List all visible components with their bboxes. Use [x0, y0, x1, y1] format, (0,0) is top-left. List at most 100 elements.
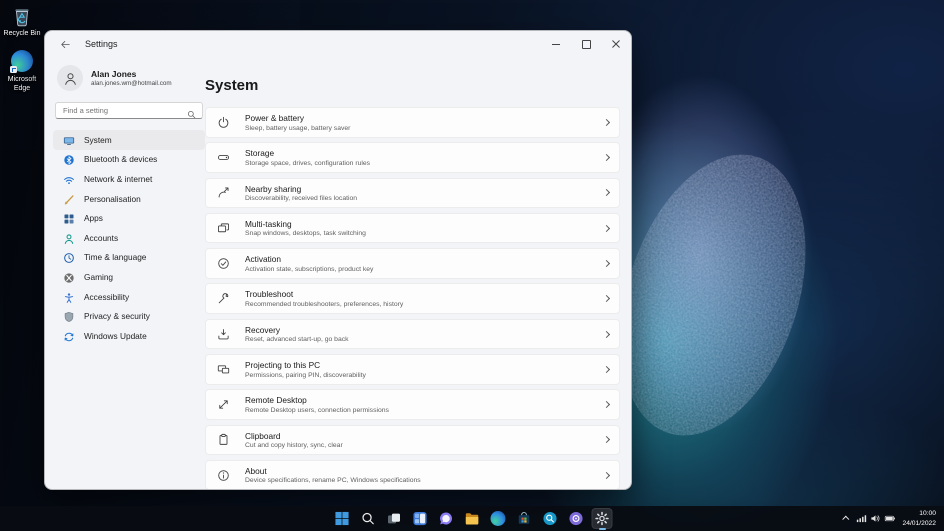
storage-icon: [217, 151, 230, 164]
clipboard-icon: [217, 433, 230, 446]
time-language-icon: [63, 251, 75, 264]
sidebar-item-accessibility[interactable]: Accessibility: [53, 287, 205, 307]
card-projecting[interactable]: Projecting to this PC Permissions, pairin…: [205, 354, 620, 385]
accessibility-icon: [63, 291, 75, 303]
file-explorer-icon[interactable]: [462, 508, 483, 529]
maximize-button[interactable]: [571, 31, 601, 57]
settings-sidebar: Alan Jones alan.jones.wm@hotmail.com Sys…: [53, 57, 205, 489]
edge-icon: [10, 50, 34, 74]
settings-main: System Power & battery Sleep, battery usa…: [205, 57, 620, 489]
chevron-right-icon: [602, 436, 611, 444]
user-email: alan.jones.wm@hotmail.com: [91, 80, 172, 87]
sidebar-item-personalisation[interactable]: Personalisation: [53, 189, 205, 209]
microsoft-edge-shortcut[interactable]: Microsoft Edge: [0, 50, 44, 94]
chat-icon[interactable]: [436, 508, 457, 529]
privacy-security-icon: [63, 310, 75, 323]
sidebar-item-time-language[interactable]: Time & language: [53, 248, 205, 268]
network-icon: [856, 515, 866, 523]
troubleshoot-icon: [217, 292, 230, 305]
remote-desktop-icon: [217, 398, 230, 411]
taskbar: 10:00 24/01/2022: [0, 506, 944, 531]
system-tray: 10:00 24/01/2022: [841, 506, 936, 531]
chevron-right-icon: [602, 365, 611, 373]
chevron-right-icon: [602, 189, 611, 197]
settings-window: Settings Alan Jones alan.jones.wm@hotmai…: [44, 30, 632, 490]
user-account-header: Alan Jones alan.jones.wm@hotmail.com: [57, 65, 205, 91]
sidebar-item-network-internet[interactable]: Network & internet: [53, 169, 205, 189]
desktop-icon-label: Microsoft Edge: [7, 76, 37, 92]
back-button[interactable]: [51, 33, 79, 55]
taskbar-search-icon[interactable]: [358, 508, 379, 529]
search-input[interactable]: [56, 106, 174, 115]
projecting-icon: [217, 363, 230, 376]
recycle-bin-shortcut[interactable]: Recycle Bin: [0, 4, 44, 39]
page-title: System: [205, 77, 259, 94]
card-power-battery[interactable]: Power & battery Sleep, battery usage, bat…: [205, 107, 620, 138]
avatar: [57, 65, 83, 91]
taskbar-clock[interactable]: 10:00 24/01/2022: [903, 509, 936, 527]
tray-overflow-chevron-icon[interactable]: [841, 515, 849, 523]
chevron-right-icon: [602, 471, 611, 479]
shortcut-arrow-badge: [10, 66, 17, 73]
close-button[interactable]: [601, 31, 631, 57]
edge-taskbar-icon[interactable]: [488, 508, 509, 529]
card-remote-desktop[interactable]: Remote Desktop Remote Desktop users, conn…: [205, 389, 620, 420]
card-nearby-sharing[interactable]: Nearby sharing Discoverability, received …: [205, 177, 620, 209]
accounts-icon: [63, 232, 75, 244]
network-volume-battery-cluster[interactable]: [856, 513, 896, 524]
minimize-button[interactable]: [541, 31, 571, 57]
media-app-icon[interactable]: [566, 508, 587, 529]
settings-card-list: Power & battery Sleep, battery usage, bat…: [205, 107, 620, 489]
microsoft-store-icon[interactable]: [514, 508, 535, 529]
sidebar-item-bluetooth-devices[interactable]: Bluetooth & devices: [53, 150, 205, 170]
widgets-icon[interactable]: [410, 508, 431, 529]
task-view-icon[interactable]: [384, 508, 405, 529]
recycle-bin-icon: [10, 4, 34, 28]
system-icon: [63, 134, 75, 146]
card-activation[interactable]: Activation Activation state, subscription…: [205, 248, 620, 279]
windows-update-icon: [63, 330, 75, 342]
chevron-right-icon: [602, 154, 611, 162]
window-title: Settings: [85, 39, 118, 49]
battery-icon: [884, 515, 895, 522]
bluetooth-icon: [63, 153, 75, 166]
power-icon: [217, 116, 230, 129]
sidebar-item-privacy-security[interactable]: Privacy & security: [53, 306, 205, 326]
sidebar-item-accounts[interactable]: Accounts: [53, 228, 205, 248]
chevron-right-icon: [602, 401, 611, 409]
sidebar-item-windows-update[interactable]: Windows Update: [53, 326, 205, 346]
tray-date: 24/01/2022: [902, 519, 936, 527]
card-troubleshoot[interactable]: Troubleshoot Recommended troubleshooters,…: [205, 283, 620, 314]
sidebar-nav: System Bluetooth & devices Network & int…: [53, 130, 205, 346]
card-about[interactable]: About Device specifications, rename PC, W…: [205, 459, 620, 489]
card-storage[interactable]: Storage Storage space, drives, configurat…: [205, 142, 620, 173]
gaming-icon: [63, 271, 75, 283]
nearby-sharing-icon: [217, 186, 230, 199]
desktop-icon-label: Recycle Bin: [3, 30, 41, 37]
volume-icon: [870, 515, 879, 522]
search-icon: [187, 106, 196, 124]
sidebar-item-gaming[interactable]: Gaming: [53, 267, 205, 287]
settings-taskbar-icon[interactable]: [591, 508, 613, 529]
chevron-right-icon: [602, 330, 611, 338]
sidebar-item-apps[interactable]: Apps: [53, 208, 205, 228]
chevron-right-icon: [602, 259, 611, 267]
chevron-right-icon: [602, 118, 611, 126]
recovery-icon: [217, 328, 230, 341]
start-button[interactable]: [332, 508, 353, 529]
card-recovery[interactable]: Recovery Reset, advanced start-up, go bac…: [205, 318, 620, 350]
user-name: Alan Jones: [91, 69, 137, 79]
multitasking-icon: [217, 222, 230, 235]
apps-icon: [63, 212, 75, 224]
network-icon: [63, 173, 75, 185]
activation-icon: [217, 257, 230, 270]
search-box: [55, 102, 203, 119]
search-app-icon[interactable]: [540, 508, 561, 529]
tray-time: 10:00: [919, 510, 936, 518]
card-clipboard[interactable]: Clipboard Cut and copy history, sync, cle…: [205, 424, 620, 456]
chevron-right-icon: [602, 295, 611, 303]
desktop: Recycle Bin Microsoft Edge Settings Alan…: [0, 0, 944, 531]
about-icon: [217, 469, 230, 482]
sidebar-item-system[interactable]: System: [53, 130, 205, 150]
card-multi-tasking[interactable]: Multi-tasking Snap windows, desktops, tas…: [205, 212, 620, 244]
